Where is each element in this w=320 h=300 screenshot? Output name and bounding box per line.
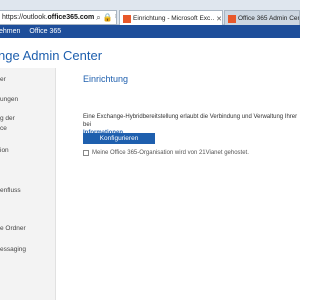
sidebar-item-organisation[interactable]: ion [0,147,9,155]
office-favicon-icon [228,14,236,23]
hosting-checkbox-row[interactable]: Meine Office 365-Organisation wird von 2… [83,150,249,156]
tab-einrichtung[interactable]: Einrichtung - Microsoft Exc… ✕ [119,10,223,26]
sidebar-item-empfaenger[interactable]: er [0,76,6,84]
sidebar-item-oeffentliche-ordner[interactable]: e Ordner [0,225,26,233]
sidebar-item-verwaltung-der[interactable]: g der [0,115,15,123]
sidebar-item-unified-messaging[interactable]: essaging [0,246,26,254]
sidebar-item-nachrichtenfluss[interactable]: enfluss [0,187,21,195]
search-icon[interactable]: ⌕ [96,13,100,22]
tab-label: Office 365 Admin Center [238,15,299,22]
sidebar: er ungen g der ce ion enfluss e Ordner e… [0,68,56,300]
navbar-item-unternehmen[interactable]: ehmen [0,28,20,35]
21vianet-checkbox[interactable] [83,150,89,156]
sidebar-item-compliance[interactable]: ce [0,125,7,133]
office365-navbar: ehmen Office 365 [0,25,300,38]
url-prefix: https://outlook. [2,14,48,21]
url-host: office365.com [47,14,95,21]
lock-icon[interactable]: 🔒 [103,13,113,22]
refresh-icon[interactable]: ↻ [115,13,116,22]
address-bar[interactable]: https://outlook. office365.com ⌕ 🔒 ↻ [0,10,117,25]
navbar-item-office365[interactable]: Office 365 [29,28,61,35]
page-title: Einrichtung [83,74,129,84]
app-title: nge Admin Center [0,48,103,63]
tab-office365-admin[interactable]: Office 365 Admin Center [224,10,300,26]
browser-toolbar: https://outlook. office365.com ⌕ 🔒 ↻ Ein… [0,0,300,26]
exchange-favicon-icon [123,14,131,23]
checkbox-label: Meine Office 365-Organisation wird von 2… [92,150,249,156]
sidebar-item-berechtigungen[interactable]: ungen [0,96,18,104]
description-text: Eine Exchange-Hybridbereitstellung erlau… [83,114,298,128]
close-icon[interactable]: ✕ [216,15,222,23]
configure-button[interactable]: Konfigurieren [83,133,155,144]
tab-label: Einrichtung - Microsoft Exc… [133,15,215,22]
